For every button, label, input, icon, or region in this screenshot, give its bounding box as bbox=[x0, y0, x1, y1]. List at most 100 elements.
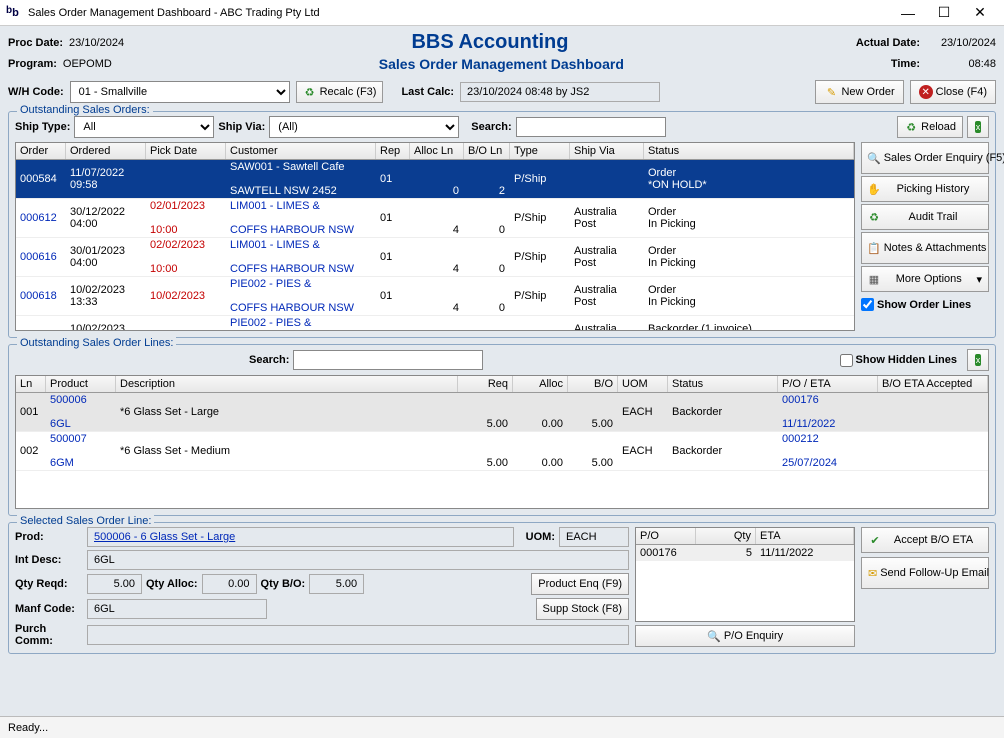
actual-date-value: 23/10/2024 bbox=[926, 37, 996, 49]
proc-date-value: 23/10/2024 bbox=[69, 37, 124, 49]
lines-search-label: Search: bbox=[249, 354, 289, 366]
qty-alloc-value: 0.00 bbox=[202, 574, 257, 594]
last-calc-label: Last Calc: bbox=[401, 86, 454, 98]
program-value: OEPOMD bbox=[63, 58, 112, 70]
app-icon: bb bbox=[6, 5, 22, 21]
new-icon: ✎ bbox=[824, 85, 838, 99]
uom-value: EACH bbox=[559, 527, 629, 547]
picking-history-button[interactable]: ✋Picking History bbox=[861, 176, 989, 202]
int-desc-label: Int Desc: bbox=[15, 554, 83, 566]
table-row[interactable]: 0025000076GM*6 Glass Set - Medium5.000.0… bbox=[16, 432, 988, 471]
page-title: Sales Order Management Dashboard bbox=[379, 56, 624, 72]
selected-line-section: Selected Sales Order Line: Prod: 500006 … bbox=[8, 522, 996, 654]
qty-reqd-value: 5.00 bbox=[87, 574, 142, 594]
wh-code-label: W/H Code: bbox=[8, 86, 64, 98]
po-grid[interactable]: P/O Qty ETA 000176 5 11/11/2022 bbox=[635, 527, 855, 622]
window-titlebar: bb Sales Order Management Dashboard - AB… bbox=[0, 0, 1004, 26]
dropdown-arrow-icon: ▾ bbox=[976, 273, 982, 286]
time-label: Time: bbox=[891, 58, 920, 70]
recalc-button[interactable]: ♻Recalc (F3) bbox=[296, 81, 384, 103]
ship-via-select[interactable]: (All) bbox=[269, 116, 459, 138]
orders-legend: Outstanding Sales Orders: bbox=[17, 104, 153, 116]
ship-via-label: Ship Via: bbox=[218, 121, 265, 133]
detail-legend: Selected Sales Order Line: bbox=[17, 515, 154, 527]
wh-code-select[interactable]: 01 - Smallville bbox=[70, 81, 290, 103]
export-orders-button[interactable]: x bbox=[967, 116, 989, 138]
manf-code-label: Manf Code: bbox=[15, 603, 83, 615]
table-row[interactable]: 00061910/02/202308:2210/02/2023PIE002 - … bbox=[16, 316, 854, 330]
more-options-button[interactable]: ▦More Options▾ bbox=[861, 266, 989, 292]
lines-legend: Outstanding Sales Order Lines: bbox=[17, 337, 176, 349]
table-row[interactable]: 0015000066GL*6 Glass Set - Large5.000.00… bbox=[16, 393, 988, 432]
prod-value[interactable]: 500006 - 6 Glass Set - Large bbox=[87, 527, 514, 547]
options-icon: ▦ bbox=[867, 272, 881, 286]
statusbar-text: Ready... bbox=[8, 722, 48, 734]
close-icon: ✕ bbox=[919, 85, 933, 99]
product-enquiry-button[interactable]: Product Enq (F9) bbox=[531, 573, 629, 595]
close-window-button[interactable]: ✕ bbox=[962, 2, 998, 24]
reload-button[interactable]: ♻Reload bbox=[897, 116, 963, 138]
manf-code-value: 6GL bbox=[87, 599, 267, 619]
mail-icon: ✉ bbox=[868, 566, 877, 580]
maximize-button[interactable]: ☐ bbox=[926, 2, 962, 24]
lines-grid[interactable]: Ln Product Description Req Alloc B/O UOM… bbox=[15, 375, 989, 509]
notes-attachments-button[interactable]: 📋Notes & Attachments bbox=[861, 232, 989, 264]
accept-bo-eta-button[interactable]: ✔Accept B/O ETA bbox=[861, 527, 989, 553]
magnifier-icon: 🔍 bbox=[867, 151, 881, 165]
purch-comm-label: Purch Comm: bbox=[15, 623, 83, 647]
orders-grid[interactable]: Order Ordered Pick Date Customer Rep All… bbox=[15, 142, 855, 331]
show-order-lines-label: Show Order Lines bbox=[877, 299, 971, 311]
last-calc-value: 23/10/2024 08:48 by JS2 bbox=[460, 82, 660, 102]
po-row[interactable]: 000176 5 11/11/2022 bbox=[636, 545, 854, 561]
qty-alloc-label: Qty Alloc: bbox=[146, 578, 198, 590]
window-title: Sales Order Management Dashboard - ABC T… bbox=[28, 7, 890, 19]
table-row[interactable]: 00061230/12/202204:0002/01/202310:00LIM0… bbox=[16, 199, 854, 238]
show-order-lines-checkbox[interactable] bbox=[861, 298, 874, 311]
time-value: 08:48 bbox=[926, 58, 996, 70]
uom-label: UOM: bbox=[526, 531, 555, 543]
new-order-button[interactable]: ✎New Order bbox=[815, 80, 903, 104]
table-row[interactable]: 00061630/01/202304:0002/02/202310:00LIM0… bbox=[16, 238, 854, 277]
program-label: Program: bbox=[8, 58, 57, 70]
qty-bo-label: Qty B/O: bbox=[261, 578, 306, 590]
qty-bo-value: 5.00 bbox=[309, 574, 364, 594]
purch-comm-value bbox=[87, 625, 629, 645]
int-desc-value: 6GL bbox=[87, 550, 629, 570]
excel-icon: x bbox=[975, 354, 982, 366]
export-lines-button[interactable]: x bbox=[967, 349, 989, 371]
table-row[interactable]: 00061810/02/202313:3310/02/2023PIE002 - … bbox=[16, 277, 854, 316]
orders-side-actions: 🔍Sales Order Enquiry (F5) ✋Picking Histo… bbox=[861, 142, 989, 331]
minimize-button[interactable]: — bbox=[890, 2, 926, 24]
outstanding-orders-section: Outstanding Sales Orders: Ship Type: All… bbox=[8, 111, 996, 338]
proc-date-label: Proc Date: bbox=[8, 37, 63, 49]
audit-trail-button[interactable]: ♻Audit Trail bbox=[861, 204, 989, 230]
excel-icon: x bbox=[975, 121, 982, 133]
outstanding-lines-section: Outstanding Sales Order Lines: Search: S… bbox=[8, 344, 996, 516]
qty-reqd-label: Qty Reqd: bbox=[15, 578, 83, 590]
reload-icon: ♻ bbox=[904, 120, 918, 134]
hand-icon: ✋ bbox=[867, 182, 881, 196]
orders-search-input[interactable] bbox=[516, 117, 666, 137]
send-follow-up-email-button[interactable]: ✉Send Follow-Up Email bbox=[861, 557, 989, 589]
statusbar: Ready... bbox=[0, 716, 1004, 738]
actual-date-label: Actual Date: bbox=[856, 37, 920, 49]
app-brand-title: BBS Accounting bbox=[411, 31, 568, 53]
sales-order-enquiry-button[interactable]: 🔍Sales Order Enquiry (F5) bbox=[861, 142, 989, 174]
orders-search-label: Search: bbox=[471, 121, 511, 133]
note-icon: 📋 bbox=[867, 241, 881, 255]
recycle-icon: ♻ bbox=[303, 85, 317, 99]
magnifier-icon: 🔍 bbox=[707, 629, 721, 643]
lines-search-input[interactable] bbox=[293, 350, 483, 370]
ship-type-select[interactable]: All bbox=[74, 116, 214, 138]
table-row[interactable]: 00058411/07/202209:58SAW001 - Sawtell Ca… bbox=[16, 160, 854, 199]
recycle-icon: ♻ bbox=[867, 210, 881, 224]
po-enquiry-button[interactable]: 🔍P/O Enquiry bbox=[635, 625, 855, 647]
orders-grid-header: Order Ordered Pick Date Customer Rep All… bbox=[16, 143, 854, 160]
show-hidden-lines-label: Show Hidden Lines bbox=[856, 354, 957, 366]
check-icon: ✔ bbox=[868, 533, 882, 547]
close-button[interactable]: ✕Close (F4) bbox=[910, 80, 996, 104]
ship-type-label: Ship Type: bbox=[15, 121, 70, 133]
supp-stock-button[interactable]: Supp Stock (F8) bbox=[536, 598, 629, 620]
show-hidden-lines-checkbox[interactable] bbox=[840, 354, 853, 367]
prod-label: Prod: bbox=[15, 531, 83, 543]
